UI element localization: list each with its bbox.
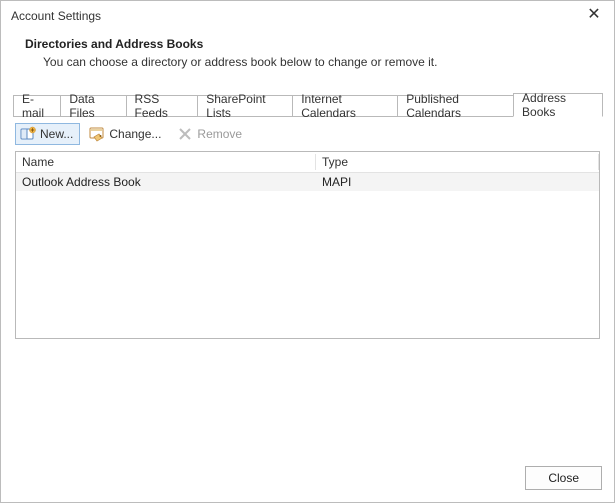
- page-title: Directories and Address Books: [25, 37, 590, 51]
- remove-button: Remove: [172, 123, 249, 145]
- column-header-label: Name: [22, 155, 54, 169]
- tab-email[interactable]: E-mail: [13, 95, 61, 117]
- new-button-label: New...: [40, 127, 73, 141]
- cell-name: Outlook Address Book: [16, 173, 316, 191]
- change-button[interactable]: Change...: [84, 123, 168, 145]
- new-button[interactable]: New...: [15, 123, 80, 145]
- change-icon: [89, 126, 105, 142]
- change-button-label: Change...: [109, 127, 161, 141]
- tab-internet-calendars[interactable]: Internet Calendars: [292, 95, 398, 117]
- tab-sharepoint-lists[interactable]: SharePoint Lists: [197, 95, 293, 117]
- table-row[interactable]: Outlook Address Book MAPI: [16, 173, 599, 191]
- remove-icon: [177, 126, 193, 142]
- tab-address-books[interactable]: Address Books: [513, 93, 603, 117]
- tab-label: Data Files: [69, 92, 117, 120]
- cell-type: MAPI: [316, 173, 599, 191]
- column-header-label: Type: [322, 155, 348, 169]
- toolbar: New... Change... Remove: [1, 117, 614, 149]
- address-book-list[interactable]: Name Type Outlook Address Book MAPI: [15, 151, 600, 339]
- heading-block: Directories and Address Books You can ch…: [1, 31, 614, 85]
- column-header-name[interactable]: Name: [16, 152, 316, 172]
- close-icon[interactable]: ✕: [574, 1, 614, 27]
- close-button[interactable]: Close: [525, 466, 602, 490]
- address-book-new-icon: [20, 126, 36, 142]
- tab-label: SharePoint Lists: [206, 92, 284, 120]
- tab-data-files[interactable]: Data Files: [60, 95, 126, 117]
- tab-label: Internet Calendars: [301, 92, 389, 120]
- remove-button-label: Remove: [197, 127, 242, 141]
- dialog-footer: Close: [525, 466, 602, 490]
- tab-label: E-mail: [22, 92, 52, 120]
- close-button-label: Close: [548, 471, 579, 485]
- window-title: Account Settings: [11, 9, 101, 23]
- tab-label: Address Books: [522, 91, 594, 119]
- tab-label: RSS Feeds: [135, 92, 190, 120]
- column-header-type[interactable]: Type: [316, 152, 599, 172]
- page-subtitle: You can choose a directory or address bo…: [25, 55, 590, 69]
- tab-rss-feeds[interactable]: RSS Feeds: [126, 95, 199, 117]
- title-bar: Account Settings ✕: [1, 1, 614, 31]
- column-headers: Name Type: [16, 152, 599, 173]
- tab-label: Published Calendars: [406, 92, 505, 120]
- tab-strip: E-mail Data Files RSS Feeds SharePoint L…: [1, 93, 614, 117]
- tab-published-calendars[interactable]: Published Calendars: [397, 95, 514, 117]
